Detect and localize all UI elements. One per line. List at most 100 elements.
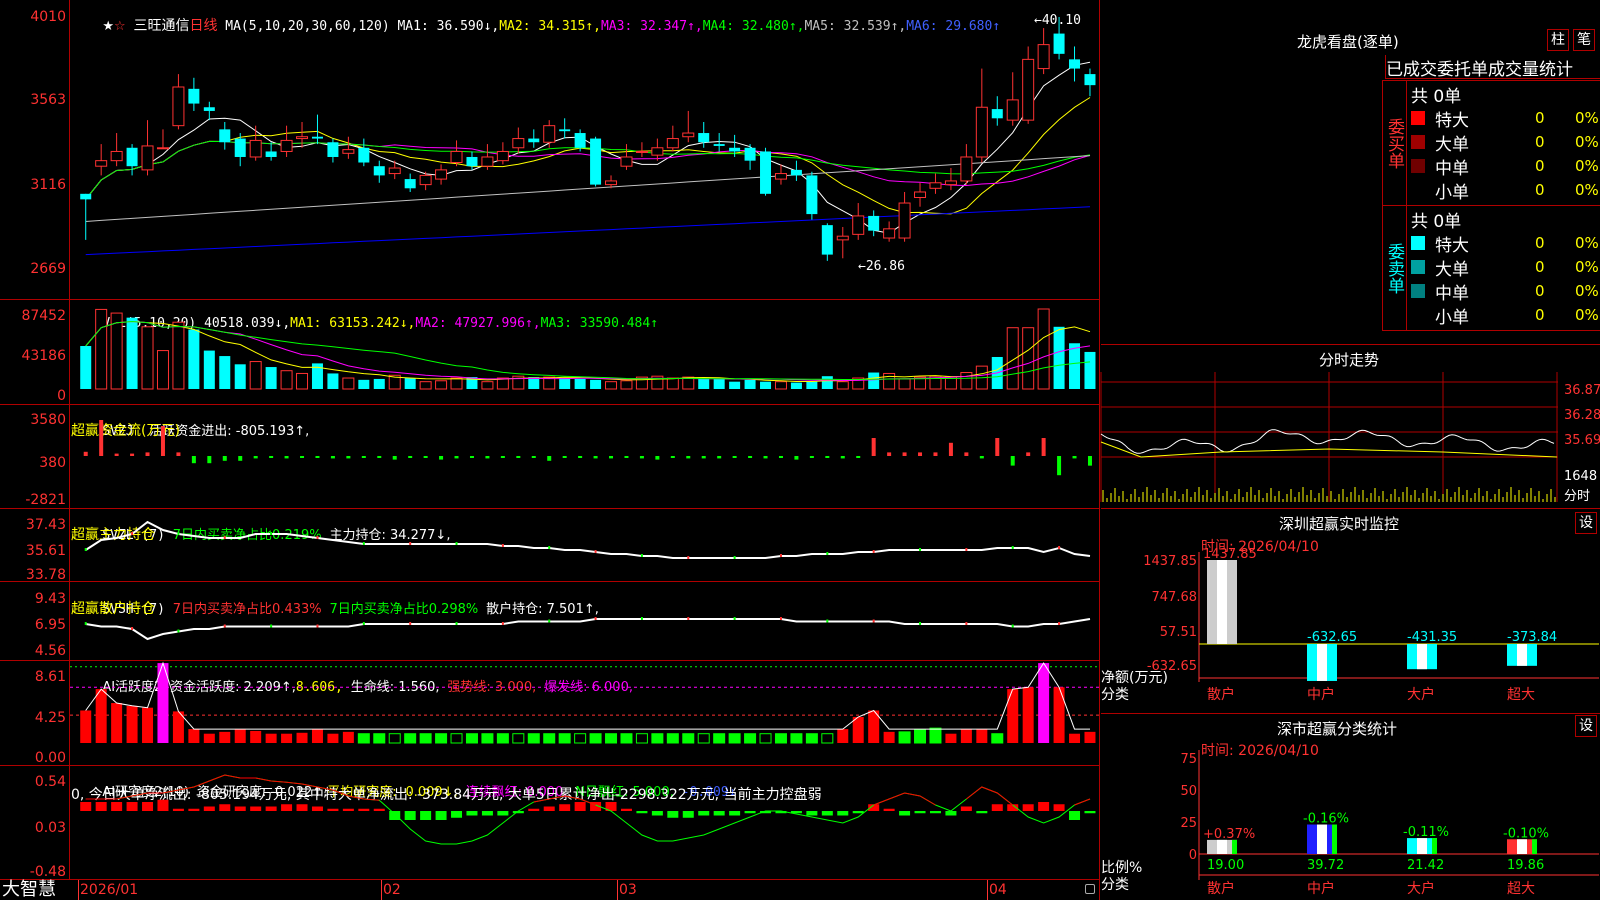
activity-bar	[852, 716, 864, 743]
holding-tick	[872, 619, 875, 623]
intraday-chart[interactable]	[1100, 372, 1558, 502]
buy-orders-box: 委买单 共 0单 特大 0 0% 大单 0 0% 中单 0 0% 小单 0 0%	[1382, 80, 1600, 206]
candle-body	[682, 132, 695, 138]
research-bar	[837, 811, 849, 816]
tab-filled[interactable]: 已成交	[1385, 55, 1437, 80]
ai2-axis-label: 0.54	[34, 774, 66, 790]
main-holding-chart[interactable]	[70, 510, 1100, 580]
pen-mode-button[interactable]: 笔	[1573, 29, 1595, 51]
net-bar	[1207, 560, 1237, 644]
ratio-bar-edge	[1332, 824, 1337, 854]
activity-bar	[95, 689, 107, 743]
flow-bar	[748, 456, 753, 458]
activity-bar	[388, 733, 401, 744]
tab-orders[interactable]: 委托单	[1437, 55, 1488, 80]
holding-tick	[548, 619, 551, 623]
flow-bar	[840, 456, 845, 459]
research-bar	[945, 811, 957, 816]
holding-tick	[270, 532, 273, 535]
research-bar	[960, 806, 972, 811]
activity-bar	[1069, 733, 1081, 743]
order-count: 0	[1535, 109, 1545, 127]
activity-bar	[744, 733, 757, 744]
volume-bar	[419, 381, 432, 390]
candlestick-chart[interactable]	[70, 0, 1100, 290]
activity-bar	[188, 729, 200, 743]
activity-bar	[821, 733, 834, 744]
activity-bar	[805, 733, 818, 744]
volume-bar	[559, 378, 571, 389]
holding-tick	[177, 532, 180, 535]
flow-bar	[408, 456, 413, 458]
research-bar	[821, 811, 833, 816]
ai-research-chart[interactable]	[70, 768, 1100, 878]
sz-class-title: 深市超赢分类统计	[1277, 720, 1398, 738]
vol-axis-label: 87452	[21, 308, 66, 324]
ratio-change-label: +0.37%	[1203, 827, 1255, 842]
ratio-bar-highlight	[1417, 838, 1427, 854]
research-line-red	[1074, 798, 1091, 806]
flow-bar	[655, 456, 660, 460]
order-size-label: 中单	[1435, 283, 1469, 304]
order-percent: 0%	[1575, 133, 1599, 151]
volume-chart[interactable]	[70, 305, 1100, 405]
volume-bar	[590, 379, 602, 389]
candle-body	[729, 147, 741, 152]
fund-flow-chart[interactable]	[70, 406, 1100, 506]
order-row: 中单 0 0%	[1411, 279, 1599, 304]
tab-volume-stats[interactable]: 成交量统计	[1488, 55, 1573, 80]
volume-bar	[1022, 327, 1035, 390]
sz-net-amount-chart[interactable]: 1437.85 散户 -632.65 中户 -431.35 大户 -373.84 超大	[1198, 547, 1599, 703]
longhu-tabs: 已成交 委托单 成交量统计	[1385, 55, 1600, 80]
research-bar	[1069, 811, 1081, 820]
candle-body	[898, 202, 911, 239]
activity-bar	[265, 733, 277, 743]
date-label: 02	[383, 882, 401, 898]
holding-tick	[594, 550, 597, 553]
brand-logo[interactable]: 大智慧	[2, 880, 56, 900]
activity-bar	[342, 731, 354, 743]
flow-bar	[500, 456, 505, 458]
ratio-value-label: 19.00	[1207, 858, 1244, 873]
retail-holding-chart[interactable]	[70, 584, 1100, 659]
bar-mode-button[interactable]: 柱	[1547, 29, 1569, 51]
flow-bar	[361, 456, 366, 458]
holding-tick	[594, 617, 597, 620]
candle-body	[605, 180, 618, 186]
candle-body	[574, 133, 586, 148]
candle-body	[929, 182, 942, 189]
flow-bar	[887, 452, 892, 456]
holding-tick	[316, 536, 319, 539]
holding-tick	[965, 548, 968, 551]
sz-class-settings-button[interactable]: 设	[1575, 715, 1597, 737]
flow-bar	[83, 451, 88, 456]
flow-bar	[918, 452, 923, 456]
low-price-mark: ←26.86	[858, 259, 905, 274]
candle-body	[1037, 44, 1050, 70]
flow-bar	[160, 426, 165, 456]
candle-body	[944, 180, 957, 186]
volume-bar	[713, 378, 725, 389]
order-count: 0	[1535, 282, 1545, 300]
candle-body	[219, 129, 231, 143]
volume-bar	[342, 377, 355, 390]
order-percent: 0%	[1575, 258, 1599, 276]
sz-monitor-settings-button[interactable]: 设	[1575, 512, 1597, 534]
net-bar-highlight	[1517, 644, 1527, 666]
candle-body	[512, 138, 525, 149]
activity-bar	[929, 727, 942, 744]
activity-bar	[837, 729, 849, 743]
color-swatch	[1411, 260, 1425, 274]
lock-icon[interactable]	[1085, 884, 1095, 894]
sz-class-ratio-chart[interactable]: +0.37% 19.00 散户 -0.16% 39.72 中户 -0.11% 21.42 大户 -…	[1198, 750, 1599, 900]
order-count: 0	[1535, 234, 1545, 252]
research-bar	[250, 806, 262, 811]
volume-bar	[1037, 308, 1050, 390]
holding-tick	[826, 619, 829, 623]
ai-activity-chart[interactable]	[70, 661, 1100, 762]
intraday-vol-label: 1648	[1564, 469, 1598, 484]
volume-bar	[481, 381, 494, 390]
research-bar	[682, 811, 694, 818]
activity-bar	[713, 733, 726, 744]
flow-bar	[469, 456, 474, 458]
